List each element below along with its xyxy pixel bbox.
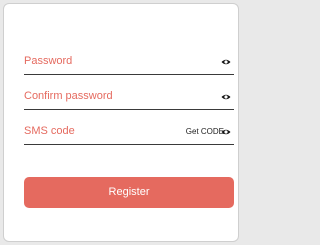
eye-icon[interactable] — [221, 92, 231, 102]
sms-code-field[interactable]: SMS code Get CODE — [24, 122, 234, 145]
sms-code-placeholder: SMS code — [24, 125, 75, 137]
confirm-password-field[interactable]: Confirm password — [24, 87, 234, 110]
password-placeholder: Password — [24, 55, 73, 67]
password-field[interactable]: Password — [24, 52, 234, 75]
eye-icon[interactable] — [221, 127, 231, 137]
register-button[interactable]: Register — [24, 177, 234, 208]
register-screen: Password Confirm password SMS code Get C… — [3, 3, 239, 242]
eye-icon[interactable] — [221, 57, 231, 67]
get-code-button[interactable]: Get CODE — [186, 127, 224, 136]
confirm-password-placeholder: Confirm password — [24, 90, 113, 102]
